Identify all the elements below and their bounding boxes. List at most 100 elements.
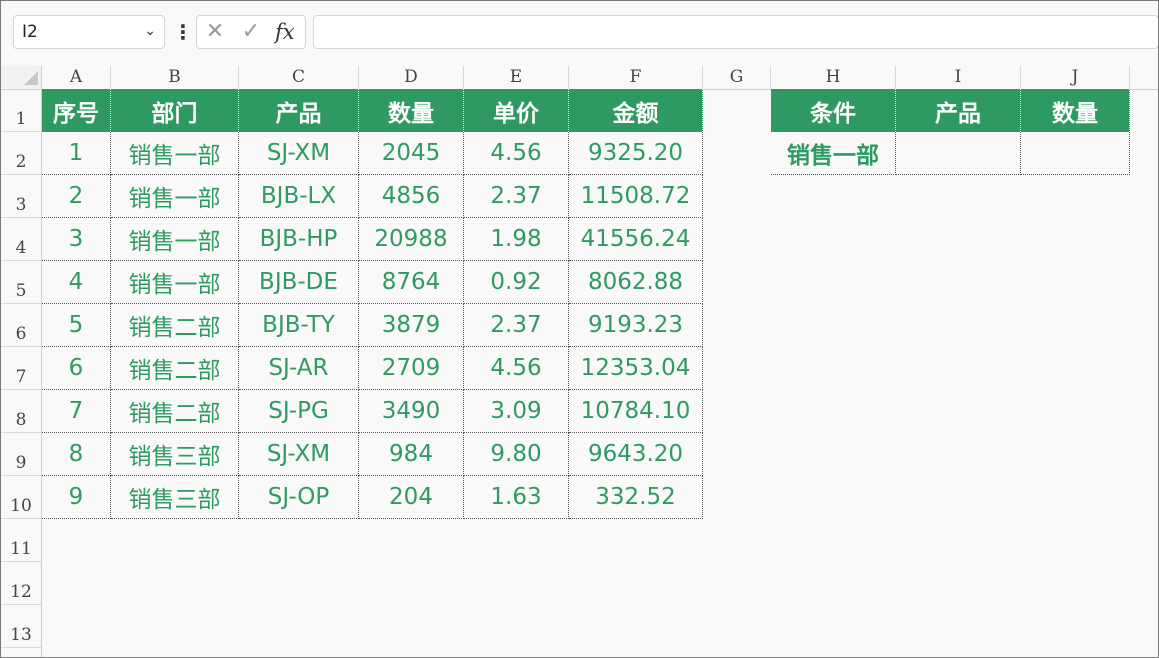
row-header-6[interactable]: 6	[1, 304, 41, 347]
table-cell[interactable]: 2045	[359, 132, 464, 175]
table-cell[interactable]: 4.56	[464, 132, 569, 175]
table-cell[interactable]: 8	[42, 433, 111, 476]
column-header-E[interactable]: E	[464, 66, 569, 89]
column-header-G[interactable]: G	[703, 66, 771, 89]
table-cell[interactable]: 3879	[359, 304, 464, 347]
column-header-A[interactable]: A	[42, 66, 111, 89]
table-cell[interactable]: 5	[42, 304, 111, 347]
row-header-9[interactable]: 9	[1, 433, 41, 476]
table-cell[interactable]: SJ-XM	[239, 433, 359, 476]
table-cell[interactable]: BJB-LX	[239, 175, 359, 218]
criteria-header-cell[interactable]: 数量	[1021, 89, 1130, 132]
row-header-2[interactable]: 2	[1, 132, 41, 175]
table-cell[interactable]: 20988	[359, 218, 464, 261]
insert-function-icon[interactable]: fx	[275, 16, 305, 48]
row-header-12[interactable]: 12	[1, 562, 41, 605]
table-cell[interactable]: 4	[42, 261, 111, 304]
table-cell[interactable]: 4.56	[464, 347, 569, 390]
select-all-corner[interactable]	[1, 66, 41, 88]
table-cell[interactable]: 332.52	[569, 476, 703, 519]
cancel-icon[interactable]: ✕	[199, 16, 231, 48]
table-cell[interactable]: 41556.24	[569, 218, 703, 261]
table-cell[interactable]: 2	[42, 175, 111, 218]
criteria-header-cell[interactable]: 条件	[771, 89, 896, 132]
chevron-down-icon[interactable]: ⌄	[144, 23, 156, 39]
table-cell[interactable]: 销售二部	[111, 347, 239, 390]
row-header-4[interactable]: 4	[1, 218, 41, 261]
column-header-I[interactable]: I	[896, 66, 1021, 89]
name-box[interactable]: I2 ⌄	[13, 15, 165, 49]
table-cell[interactable]: 8062.88	[569, 261, 703, 304]
row-header-3[interactable]: 3	[1, 175, 41, 218]
table-cell[interactable]: BJB-TY	[239, 304, 359, 347]
formula-buttons: ✕ ✓ fx	[196, 15, 306, 49]
table-cell[interactable]: 0.92	[464, 261, 569, 304]
table-cell[interactable]: 6	[42, 347, 111, 390]
table-cell[interactable]: 10784.10	[569, 390, 703, 433]
table-cell[interactable]: 2709	[359, 347, 464, 390]
table-cell[interactable]: 销售一部	[111, 132, 239, 175]
table-cell[interactable]: 销售三部	[111, 476, 239, 519]
table-cell[interactable]: 销售二部	[111, 304, 239, 347]
column-header-H[interactable]: H	[771, 66, 896, 89]
criteria-header-cell[interactable]: 产品	[896, 89, 1021, 132]
row-header-7[interactable]: 7	[1, 347, 41, 390]
column-header-B[interactable]: B	[111, 66, 239, 89]
confirm-icon[interactable]: ✓	[235, 16, 267, 48]
table-header-cell[interactable]: 序号	[42, 89, 111, 132]
table-cell[interactable]: 销售一部	[111, 218, 239, 261]
row-header-5[interactable]: 5	[1, 261, 41, 304]
table-cell[interactable]: 销售一部	[111, 261, 239, 304]
table-header-cell[interactable]: 产品	[239, 89, 359, 132]
table-cell[interactable]: 11508.72	[569, 175, 703, 218]
more-options-icon[interactable]: ⋮	[173, 19, 193, 45]
column-header-D[interactable]: D	[359, 66, 464, 89]
table-cell[interactable]: 4856	[359, 175, 464, 218]
table-cell[interactable]: 2.37	[464, 175, 569, 218]
table-cell[interactable]: 1.63	[464, 476, 569, 519]
table-cell[interactable]: 1.98	[464, 218, 569, 261]
row-header-11[interactable]: 11	[1, 519, 41, 562]
column-header-F[interactable]: F	[569, 66, 703, 89]
table-cell[interactable]: 12353.04	[569, 347, 703, 390]
name-box-value: I2	[22, 22, 38, 42]
criteria-input-cell[interactable]	[896, 132, 1021, 175]
table-cell[interactable]: SJ-PG	[239, 390, 359, 433]
table-cell[interactable]: 204	[359, 476, 464, 519]
table-cell[interactable]: 3.09	[464, 390, 569, 433]
table-cell[interactable]: 8764	[359, 261, 464, 304]
table-cell[interactable]: 销售三部	[111, 433, 239, 476]
criteria-input-cell[interactable]	[1021, 132, 1130, 175]
table-cell[interactable]: BJB-HP	[239, 218, 359, 261]
table-cell[interactable]: 3	[42, 218, 111, 261]
table-cell[interactable]: BJB-DE	[239, 261, 359, 304]
table-cell[interactable]: 销售二部	[111, 390, 239, 433]
row-header-8[interactable]: 8	[1, 390, 41, 433]
table-cell[interactable]: SJ-OP	[239, 476, 359, 519]
table-cell[interactable]: 3490	[359, 390, 464, 433]
table-header-cell[interactable]: 金额	[569, 89, 703, 132]
table-cell[interactable]: 9193.23	[569, 304, 703, 347]
table-cell[interactable]: 984	[359, 433, 464, 476]
row-header-13[interactable]: 13	[1, 605, 41, 648]
table-cell[interactable]: SJ-AR	[239, 347, 359, 390]
table-cell[interactable]: 7	[42, 390, 111, 433]
row-header-10[interactable]: 10	[1, 476, 41, 519]
table-cell[interactable]: 9.80	[464, 433, 569, 476]
table-header-cell[interactable]: 单价	[464, 89, 569, 132]
table-header-cell[interactable]: 部门	[111, 89, 239, 132]
table-cell[interactable]: 2.37	[464, 304, 569, 347]
table-cell[interactable]: 1	[42, 132, 111, 175]
row-header-1[interactable]: 1	[1, 89, 41, 132]
table-header-cell[interactable]: 数量	[359, 89, 464, 132]
formula-input[interactable]	[313, 15, 1158, 49]
table-cell[interactable]: SJ-XM	[239, 132, 359, 175]
criteria-department-cell[interactable]: 销售一部	[771, 132, 896, 175]
table-cell[interactable]: 9325.20	[569, 132, 703, 175]
table-cell[interactable]: 9	[42, 476, 111, 519]
spreadsheet-window: I2 ⌄ ⋮ ✕ ✓ fx ABCDEFGHIJ 1 2 3 4 5 6 7 8 9 10 11 12…	[0, 0, 1159, 658]
table-cell[interactable]: 销售一部	[111, 175, 239, 218]
table-cell[interactable]: 9643.20	[569, 433, 703, 476]
column-header-C[interactable]: C	[239, 66, 359, 89]
column-header-J[interactable]: J	[1021, 66, 1130, 89]
